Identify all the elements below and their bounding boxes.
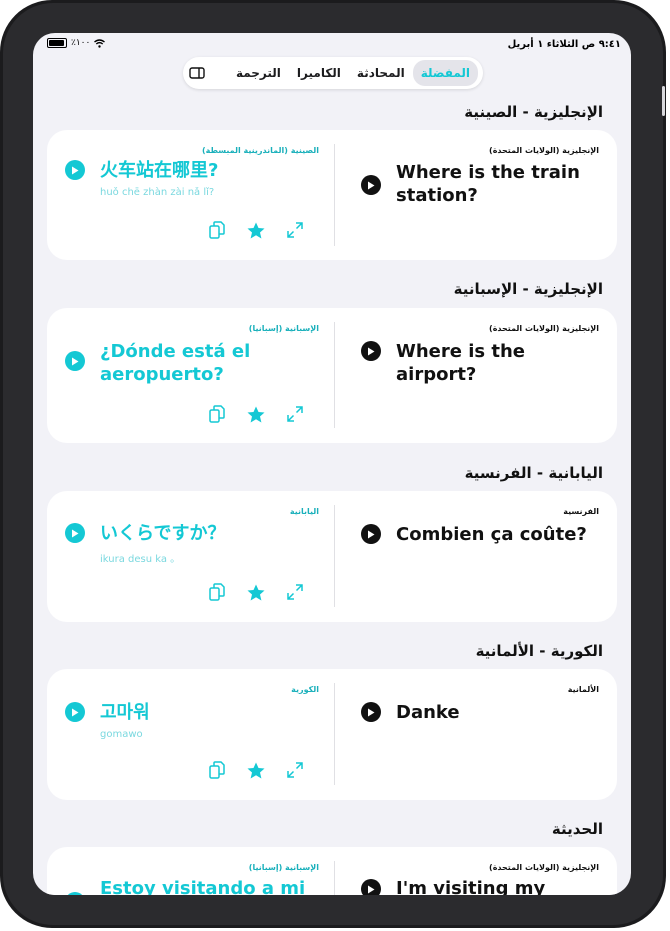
section-title: اليابانية - الفرنسية xyxy=(464,464,603,482)
source-phrase: I'm visiting my friend xyxy=(396,878,546,895)
section-title: الكورية - الألمانية xyxy=(475,642,603,660)
sidebar-icon[interactable] xyxy=(188,66,206,80)
star-icon[interactable] xyxy=(247,584,265,601)
card-divider xyxy=(334,861,335,895)
expand-icon[interactable] xyxy=(287,584,303,600)
tab-conversation[interactable]: المحادثة xyxy=(349,60,413,86)
status-indicators: ٪١٠٠ xyxy=(47,38,106,48)
copy-icon[interactable] xyxy=(209,583,225,601)
play-icon[interactable] xyxy=(361,341,381,361)
favorite-card[interactable]: الصينية (الماندرينية المبسطة) 火车站在哪里? hu… xyxy=(47,130,617,260)
screen: ٩:٤١ ص الثلاثاء ١ أبريل ٪١٠٠ المفضلة الم… xyxy=(33,33,631,895)
target-language-label: الإسبانية (إسبانيا) xyxy=(248,863,319,872)
card-actions xyxy=(209,221,303,239)
favorite-card[interactable]: الإسبانية (إسبانيا) ¿Dónde está el aerop… xyxy=(47,308,617,443)
source-language-label: الإنجليزية (الولايات المتحدة) xyxy=(489,146,599,155)
expand-icon[interactable] xyxy=(287,406,303,422)
section-title: الإنجليزية - الإسبانية xyxy=(453,280,603,298)
recent-card[interactable]: الإسبانية (إسبانيا) Estoy visitando a mi… xyxy=(47,847,617,895)
tab-camera[interactable]: الكاميرا xyxy=(289,60,349,86)
card-actions xyxy=(209,583,303,601)
favorite-card[interactable]: اليابانية いくらですか？ ikura desu ka 。 الفرنس… xyxy=(47,491,617,622)
translated-phrase: Estoy visitando a mi xyxy=(100,878,306,895)
source-phrase: Where is the train station? xyxy=(396,162,580,206)
play-icon[interactable] xyxy=(65,702,85,722)
volume-button xyxy=(662,86,665,116)
target-language-label: الصينية (الماندرينية المبسطة) xyxy=(201,146,319,155)
source-phrase: Combien ça coûte? xyxy=(396,524,587,545)
favorite-card[interactable]: الكورية 고마워 gomawo الألمانية Danke xyxy=(47,669,617,800)
battery-icon xyxy=(47,38,67,48)
play-icon[interactable] xyxy=(65,160,85,180)
target-language-label: الكورية xyxy=(291,685,319,694)
star-icon[interactable] xyxy=(247,762,265,779)
play-icon[interactable] xyxy=(361,175,381,195)
tab-translation[interactable]: الترجمة xyxy=(228,60,289,86)
status-bar: ٩:٤١ ص الثلاثاء ١ أبريل ٪١٠٠ xyxy=(33,33,631,55)
copy-icon[interactable] xyxy=(209,761,225,779)
source-language-label: الألمانية xyxy=(567,685,599,694)
transliteration: huǒ chē zhàn zài nǎ lǐ? xyxy=(100,187,215,198)
source-phrase: Where is the airport? xyxy=(396,341,526,385)
status-time: ٩:٤١ ص الثلاثاء ١ أبريل xyxy=(507,39,621,50)
play-icon[interactable] xyxy=(361,702,381,722)
card-divider xyxy=(334,322,335,428)
favorites-list: الإنجليزية - الصينية الصينية (الماندريني… xyxy=(33,93,631,895)
section-title: الإنجليزية - الصينية xyxy=(464,103,603,121)
play-icon[interactable] xyxy=(361,879,381,895)
card-divider xyxy=(334,683,335,785)
wifi-icon xyxy=(94,38,106,48)
transliteration: gomawo xyxy=(100,729,143,740)
target-language-label: اليابانية xyxy=(289,507,319,516)
source-language-label: الإنجليزية (الولايات المتحدة) xyxy=(489,324,599,333)
translated-phrase: 火车站在哪里? xyxy=(100,160,219,181)
expand-icon[interactable] xyxy=(287,222,303,238)
tab-favorites[interactable]: المفضلة xyxy=(412,60,478,86)
star-icon[interactable] xyxy=(247,222,265,239)
translated-phrase: ¿Dónde está el aeropuerto? xyxy=(100,341,251,385)
top-tab-bar: المفضلة المحادثة الكاميرا الترجمة xyxy=(183,57,483,89)
play-icon[interactable] xyxy=(65,523,85,543)
star-icon[interactable] xyxy=(247,406,265,423)
source-language-label: الإنجليزية (الولايات المتحدة) xyxy=(489,863,599,872)
copy-icon[interactable] xyxy=(209,221,225,239)
source-language-label: الفرنسية xyxy=(563,507,599,516)
source-phrase: Danke xyxy=(396,702,460,723)
copy-icon[interactable] xyxy=(209,405,225,423)
card-actions xyxy=(209,405,303,423)
expand-icon[interactable] xyxy=(287,762,303,778)
translated-phrase: 고마워 xyxy=(100,702,150,723)
play-icon[interactable] xyxy=(65,351,85,371)
translated-phrase: いくらですか？ xyxy=(100,523,226,544)
target-language-label: الإسبانية (إسبانيا) xyxy=(248,324,319,333)
battery-level: ٪١٠٠ xyxy=(71,38,91,48)
play-icon[interactable] xyxy=(361,524,381,544)
card-divider xyxy=(334,144,335,246)
card-divider xyxy=(334,505,335,607)
play-icon[interactable] xyxy=(65,892,85,895)
card-actions xyxy=(209,761,303,779)
transliteration: ikura desu ka 。 xyxy=(100,554,181,565)
section-title: الحديثة xyxy=(551,820,603,838)
